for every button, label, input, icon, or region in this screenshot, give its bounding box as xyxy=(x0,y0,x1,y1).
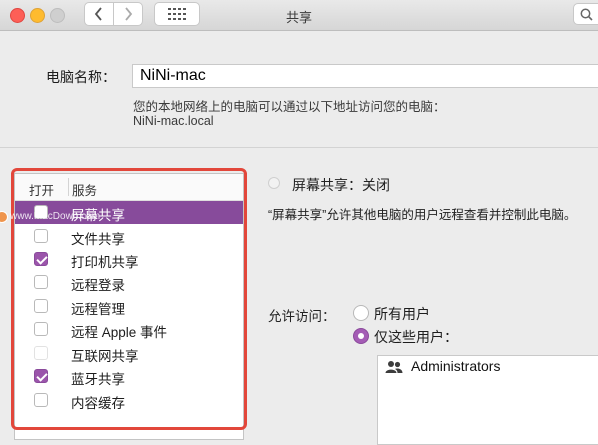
service-label: 蓝牙共享 xyxy=(71,372,125,387)
service-row-internet-sharing[interactable]: 互联网共享 xyxy=(15,342,243,365)
service-row-remote-login[interactable]: 远程登录 xyxy=(15,271,243,294)
service-checkbox[interactable] xyxy=(34,346,48,360)
computer-name-field[interactable]: NiNi-mac xyxy=(132,64,598,88)
service-label: 文件共享 xyxy=(71,232,125,247)
service-list: 打开 服务 屏幕共享 文件共享 打印机共享 远程登录 远程管理 远程 Apple… xyxy=(14,173,244,440)
computer-name-hint: 您的本地网络上的电脑可以通过以下地址访问您的电脑： xyxy=(133,100,446,114)
service-label: 互联网共享 xyxy=(71,349,139,364)
watermark-logo-icon xyxy=(0,211,8,223)
service-checkbox[interactable] xyxy=(34,322,48,336)
service-row-screen-sharing[interactable]: 屏幕共享 xyxy=(15,201,243,224)
service-row-remote-apple-events[interactable]: 远程 Apple 事件 xyxy=(15,318,243,341)
service-label: 远程登录 xyxy=(71,278,125,293)
service-row-bluetooth-sharing[interactable]: 蓝牙共享 xyxy=(15,365,243,388)
radio-all-users-label[interactable]: 所有用户 xyxy=(374,304,430,324)
local-address: NiNi-mac.local xyxy=(133,114,214,128)
service-row-content-caching[interactable]: 内容缓存 xyxy=(15,389,243,412)
column-header-service[interactable]: 服务 xyxy=(72,180,97,199)
divider xyxy=(0,147,598,148)
list-item[interactable]: Administrators xyxy=(378,356,598,378)
radio-all-users[interactable] xyxy=(353,305,369,321)
service-label: 远程 Apple 事件 xyxy=(71,325,168,340)
service-label: 打印机共享 xyxy=(71,255,139,270)
service-checkbox[interactable] xyxy=(34,205,48,219)
service-list-header: 打开 服务 xyxy=(15,174,243,201)
service-checkbox[interactable] xyxy=(34,275,48,289)
radio-only-these-users-label[interactable]: 仅这些用户： xyxy=(374,327,458,347)
status-indicator-icon xyxy=(268,177,280,189)
service-row-printer-sharing[interactable]: 打印机共享 xyxy=(15,248,243,271)
user-label: Administrators xyxy=(411,358,501,374)
service-label: 远程管理 xyxy=(71,302,125,317)
service-description: “屏幕共享”允许其他电脑的用户远程查看并控制此电脑。 xyxy=(268,208,577,222)
service-checkbox[interactable] xyxy=(34,393,48,407)
service-checkbox[interactable] xyxy=(34,369,48,383)
allowed-users-list: Administrators xyxy=(377,355,598,445)
title-bar: 共享 xyxy=(0,0,598,31)
search-icon xyxy=(580,8,593,21)
service-row-remote-management[interactable]: 远程管理 xyxy=(15,295,243,318)
service-row-file-sharing[interactable]: 文件共享 xyxy=(15,225,243,248)
column-header-open[interactable]: 打开 xyxy=(29,180,54,199)
service-status: 屏幕共享：关闭 xyxy=(292,177,390,193)
service-label: 屏幕共享 xyxy=(71,208,125,223)
search-input[interactable] xyxy=(573,3,598,25)
radio-only-these-users[interactable] xyxy=(353,328,369,344)
column-separator xyxy=(68,178,69,196)
service-checkbox[interactable] xyxy=(34,252,48,266)
computer-name-label: 电脑名称： xyxy=(46,69,116,85)
service-checkbox[interactable] xyxy=(34,299,48,313)
window-title: 共享 xyxy=(285,10,312,25)
access-label: 允许访问： xyxy=(268,309,336,324)
user-group-icon xyxy=(385,361,403,373)
service-checkbox[interactable] xyxy=(34,229,48,243)
service-label: 内容缓存 xyxy=(71,396,125,411)
